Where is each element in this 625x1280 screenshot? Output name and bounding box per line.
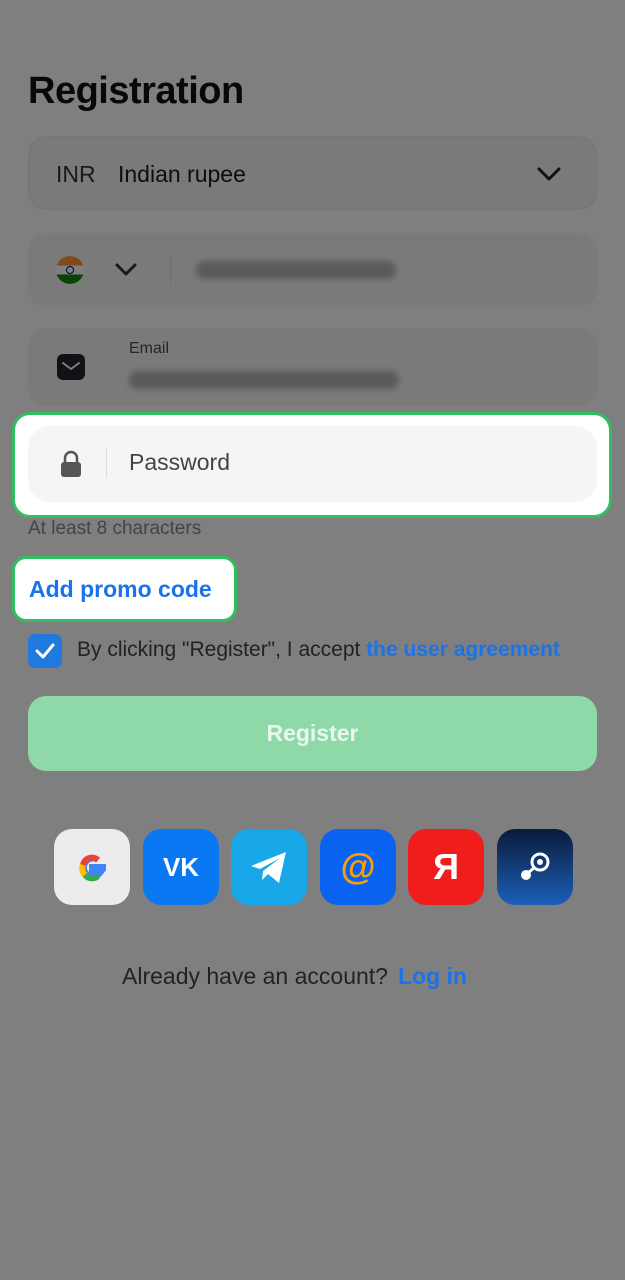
google-login-button[interactable] (54, 829, 130, 905)
log-in-link[interactable]: Log in (398, 963, 467, 989)
currency-select[interactable]: INR Indian rupee (28, 136, 597, 210)
mail-icon (57, 354, 85, 380)
vk-login-button[interactable]: VK (143, 829, 219, 905)
mail-ru-login-button[interactable]: @ (320, 829, 396, 905)
yandex-icon: Я (433, 846, 459, 887)
register-button[interactable]: Register (28, 696, 597, 771)
email-label: Email (129, 340, 170, 357)
chevron-down-icon[interactable] (114, 262, 138, 278)
mail-ru-icon: @ (340, 846, 376, 887)
telegram-login-button[interactable] (231, 829, 307, 905)
login-prompt: Already have an account? Log in (122, 963, 467, 990)
email-value-blurred (129, 371, 399, 389)
steam-icon (521, 852, 550, 880)
currency-code: INR (56, 161, 96, 187)
password-placeholder: Password (129, 449, 230, 475)
lock-icon (61, 450, 81, 477)
email-field[interactable]: Email (28, 328, 597, 406)
password-field[interactable]: Password (28, 426, 597, 502)
field-divider (106, 448, 107, 478)
checkmark-icon (35, 643, 55, 659)
agreement-checkbox[interactable] (28, 634, 62, 668)
telegram-icon (251, 852, 286, 883)
agreement-text: By clicking "Register", I accept the use… (77, 638, 560, 662)
user-agreement-link[interactable]: the user agreement (366, 638, 560, 661)
yandex-login-button[interactable]: Я (408, 829, 484, 905)
add-promo-code-link[interactable]: Add promo code (12, 556, 237, 622)
promo-label: Add promo code (29, 576, 212, 602)
currency-name: Indian rupee (118, 161, 246, 187)
registration-page: Registration INR Indian rupee Email Pass… (0, 0, 625, 1280)
phone-field[interactable] (28, 233, 597, 307)
google-icon (79, 854, 107, 882)
phone-number-blurred (196, 261, 396, 279)
already-account-text: Already have an account? (122, 963, 388, 989)
password-hint: At least 8 characters (28, 518, 202, 539)
india-flag-icon[interactable] (56, 256, 84, 284)
page-title: Registration (28, 70, 244, 112)
field-divider (170, 255, 171, 285)
agreement-label: By clicking "Register", I accept (77, 638, 367, 661)
vk-icon: VK (162, 852, 200, 882)
steam-login-button[interactable] (497, 829, 573, 905)
chevron-down-icon (537, 167, 561, 181)
